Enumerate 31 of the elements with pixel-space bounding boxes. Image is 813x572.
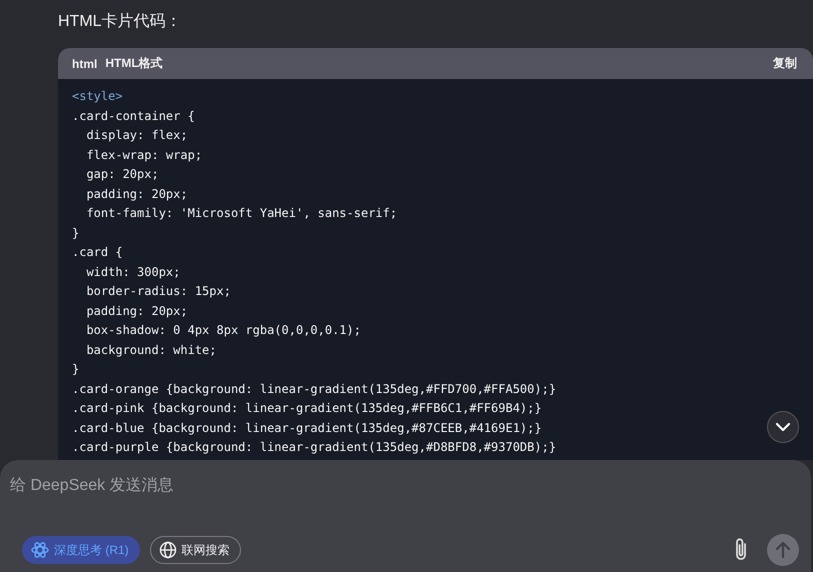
code-line: } — [72, 361, 80, 378]
code-language: html — [72, 56, 98, 70]
globe-icon — [158, 541, 177, 559]
code-line: padding: 20px; — [85, 186, 188, 203]
code-line: background: white; — [85, 342, 216, 359]
code-line: .card-blue {background: linear-gradient(135deg,#87CEEB,#4169E1);} — [72, 420, 542, 437]
code-title: HTML格式 — [105, 55, 164, 72]
code-line: gap: 20px; — [85, 166, 159, 183]
code-line: display: flex; — [85, 127, 188, 144]
scroll-down-button[interactable] — [767, 411, 799, 443]
code-line: .card-container { — [72, 108, 195, 124]
code-line: .card-purple {background: linear-gradient(135deg,#D8BFD8,#9370DB);} — [72, 439, 556, 456]
code-line: .card { — [72, 244, 123, 261]
code-line: <style> — [72, 88, 123, 105]
code-line: font-family: 'Microsoft YaHei', sans-serif; — [85, 205, 398, 222]
paperclip-icon[interactable] — [733, 537, 749, 563]
atom-icon — [31, 541, 49, 559]
code-line: .card-orange {background: linear-gradient(135deg,#FFD700,#FFA500);} — [72, 380, 556, 398]
code-line: box-shadow: 0 4px 8px rgba(0,0,0,0.1); — [85, 322, 361, 339]
chevron-down-icon — [775, 422, 791, 432]
arrow-up-icon — [775, 541, 791, 559]
code-line: .card-pink {background: linear-gradient(135deg,#FFB6C1,#FF69B4);} — [72, 400, 542, 417]
code-line: padding: 20px; — [85, 302, 188, 320]
response-heading: HTML卡片代码： — [58, 12, 183, 32]
code-line: width: 300px; — [85, 264, 180, 280]
code-line: flex-wrap: wrap; — [85, 146, 202, 164]
message-input[interactable]: 给 DeepSeek 发送消息 — [10, 472, 799, 500]
web-search-toggle[interactable]: 联网搜索 — [150, 536, 241, 564]
code-line: } — [72, 224, 80, 242]
code-line: border-radius: 15px; — [85, 283, 231, 300]
copy-button[interactable]: 复制 — [771, 53, 799, 74]
